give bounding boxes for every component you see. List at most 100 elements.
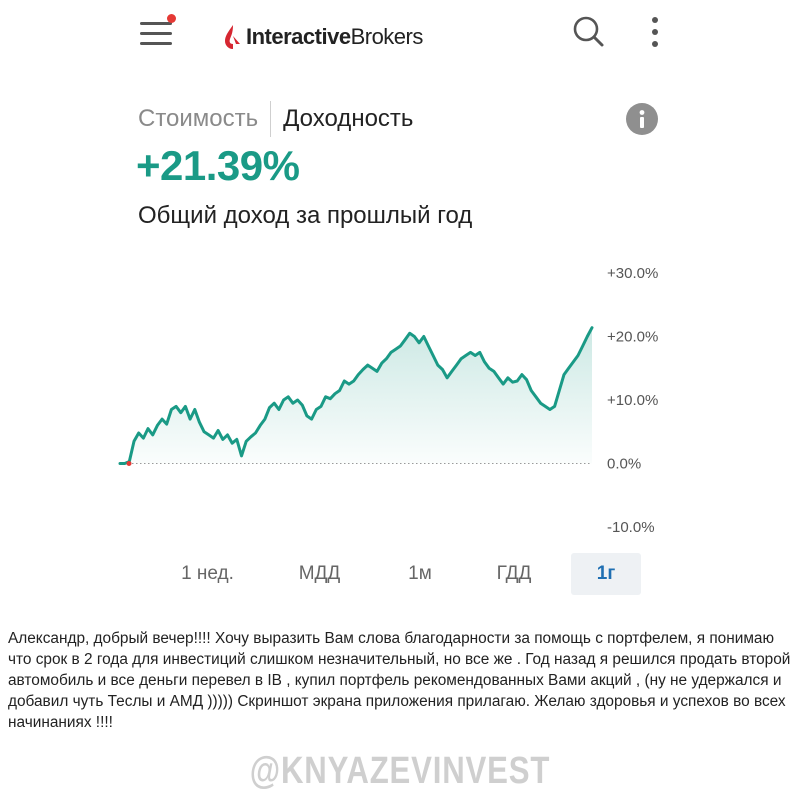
- message-text: Александр, добрый вечер!!!! Хочу выразит…: [8, 630, 791, 731]
- data-point: [231, 442, 233, 444]
- search-button[interactable]: [570, 14, 606, 50]
- data-point: [208, 434, 210, 436]
- data-point: [385, 358, 387, 360]
- data-point: [296, 399, 299, 401]
- data-point: [166, 423, 168, 425]
- range-1-year[interactable]: 1г: [571, 553, 641, 595]
- data-point: [301, 404, 303, 406]
- data-point: [240, 455, 243, 457]
- data-point: [133, 440, 135, 442]
- data-point: [479, 351, 481, 353]
- data-point: [563, 374, 565, 376]
- data-point: [367, 364, 369, 366]
- data-point: [348, 383, 350, 385]
- data-point: [212, 437, 215, 439]
- data-point: [591, 327, 593, 329]
- data-point: [427, 345, 430, 347]
- data-point: [413, 335, 416, 338]
- data-point: [273, 402, 275, 404]
- data-point: [268, 407, 271, 409]
- data-point: [152, 434, 154, 436]
- data-point: [311, 418, 313, 420]
- menu-button[interactable]: [136, 14, 180, 50]
- y-tick-label: 0.0%: [607, 456, 641, 473]
- brand-name-light: Brokers: [350, 24, 424, 49]
- range-mtd[interactable]: МДД: [272, 553, 367, 595]
- tab-returns[interactable]: Доходность: [283, 105, 413, 133]
- brokers-logo-icon: [225, 25, 240, 49]
- data-point: [497, 377, 500, 379]
- data-point: [409, 332, 411, 334]
- data-point: [320, 405, 322, 407]
- data-point: [161, 418, 163, 420]
- tab-divider: [270, 101, 272, 137]
- data-point: [455, 364, 458, 366]
- search-icon: [573, 16, 604, 47]
- info-button[interactable]: [626, 103, 658, 135]
- data-point: [250, 436, 252, 438]
- data-point: [287, 396, 289, 398]
- data-point: [404, 339, 406, 341]
- view-tabs: Стоимость Доходность: [138, 100, 413, 138]
- watermark: @KNYAZEVINVEST: [249, 750, 551, 792]
- range-1-month[interactable]: 1м: [380, 553, 460, 595]
- data-point: [446, 377, 448, 379]
- data-point: [329, 398, 331, 400]
- return-caption: Общий доход за прошлый год: [138, 202, 473, 229]
- y-tick-label: +20.0%: [607, 329, 658, 346]
- data-point: [451, 370, 453, 373]
- data-point: [278, 408, 280, 411]
- data-point: [222, 438, 224, 440]
- data-point: [535, 396, 537, 398]
- more-button[interactable]: [645, 14, 665, 50]
- data-point: [236, 438, 238, 440]
- data-point: [180, 412, 182, 414]
- data-point: [254, 432, 257, 434]
- data-point: [376, 370, 378, 373]
- data-point: [474, 354, 476, 357]
- data-point: [194, 408, 196, 411]
- data-point: [539, 402, 542, 404]
- data-point: [142, 437, 144, 439]
- data-point: [483, 361, 486, 363]
- data-point: [437, 364, 439, 366]
- data-point: [493, 370, 495, 373]
- y-tick-label: -10.0%: [607, 519, 655, 536]
- data-point: [525, 379, 528, 381]
- data-point: [334, 393, 336, 395]
- y-tick-label: +10.0%: [607, 392, 658, 409]
- range-ytd[interactable]: ГДД: [470, 553, 558, 595]
- data-point: [226, 434, 229, 436]
- data-point: [577, 354, 579, 357]
- data-point: [432, 354, 434, 357]
- data-point: [390, 351, 392, 353]
- data-point: [198, 421, 201, 423]
- data-point: [282, 399, 285, 401]
- data-point: [530, 389, 532, 392]
- data-point: [259, 424, 261, 426]
- data-point: [423, 335, 425, 338]
- range-1-week[interactable]: 1 нед.: [160, 553, 255, 595]
- hamburger-menu-icon-bar: [140, 32, 172, 35]
- top-bar: InteractiveBrokers: [0, 0, 800, 70]
- range-selector: 1 нед. МДД 1м ГДД 1г: [160, 553, 660, 595]
- data-point: [306, 415, 308, 417]
- data-point: [544, 405, 546, 407]
- brand-name: InteractiveBrokers: [246, 24, 423, 50]
- tab-value[interactable]: Стоимость: [138, 105, 258, 133]
- data-point: [395, 348, 397, 350]
- app-logo: InteractiveBrokers: [224, 20, 423, 54]
- data-point: [357, 374, 359, 376]
- info-icon: [639, 110, 645, 128]
- data-point: [441, 368, 444, 371]
- hamburger-menu-icon-bar: [140, 42, 172, 45]
- brand-name-bold: Interactive: [246, 24, 351, 49]
- data-point: [217, 429, 219, 432]
- data-point: [353, 380, 355, 382]
- data-point: [465, 354, 467, 357]
- start-marker: [126, 461, 132, 466]
- data-point: [502, 383, 504, 385]
- data-point: [343, 380, 345, 382]
- data-point: [549, 408, 551, 411]
- data-point: [119, 462, 121, 465]
